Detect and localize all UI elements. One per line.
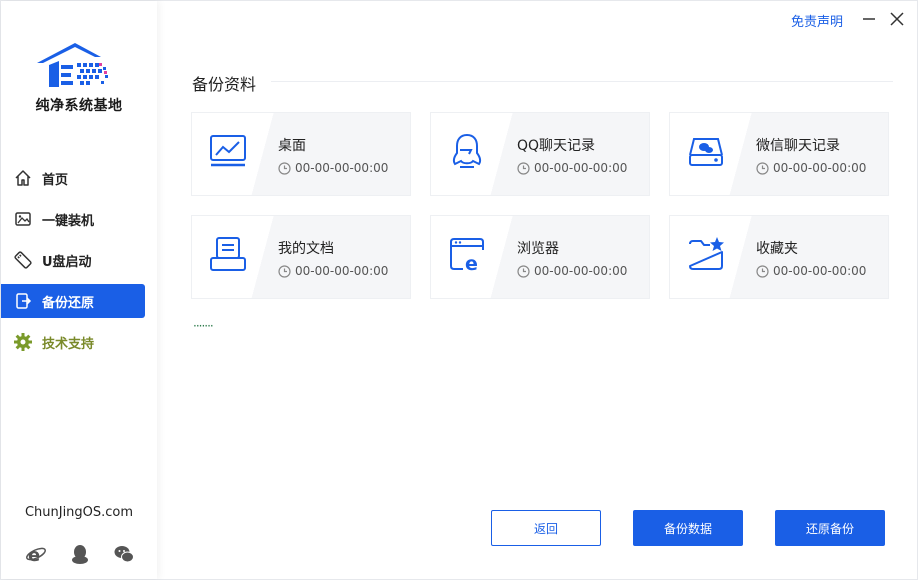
sidebar-item-home[interactable]: 首页 [1,161,145,195]
minimize-button[interactable] [859,9,879,29]
sidebar-nav: 首页 一键装机 U盘启动 备份还原 技术支持 [1,161,157,366]
card-title: 浏览器 [517,241,559,257]
favorites-folder-icon [689,237,724,270]
disclaimer-link[interactable]: 免责声明 [791,11,843,30]
card-timestamp: 00-00-00-00:00 [756,161,866,175]
logo-text: 纯净系统基地 [35,98,123,114]
image-install-icon [13,209,33,229]
logo: 纯净系统基地 [1,39,157,119]
svg-text:e: e [28,545,40,565]
backup-card-wechat[interactable]: 微信聊天记录 00-00-00-00:00 [669,112,889,196]
clock-icon [278,161,291,175]
usb-icon [13,250,33,270]
card-time-value: 00-00-00-00:00 [295,161,389,175]
gear-icon [13,332,33,352]
sidebar-item-label: U盘启动 [42,254,92,270]
card-title: QQ聊天记录 [517,138,596,154]
clock-icon [517,264,530,278]
backup-card-desktop[interactable]: 桌面 00-00-00-00:00 [191,112,411,196]
card-time-value: 00-00-00-00:00 [534,264,628,278]
restore-backup-button[interactable]: 还原备份 [775,510,885,546]
backup-restore-icon [13,291,33,311]
sidebar: 纯净系统基地 首页 一键装机 U盘启动 备份还原 技术支持 ChunJingOS… [1,1,157,579]
card-title: 桌面 [278,138,306,154]
desktop-chart-icon [210,135,246,167]
clock-icon [756,161,769,175]
backup-card-qq[interactable]: QQ聊天记录 00-00-00-00:00 [430,112,650,196]
backup-card-browser[interactable]: e 浏览器 00-00-00-00:00 [430,215,650,299]
backup-card-favorites[interactable]: 收藏夹 00-00-00-00:00 [669,215,889,299]
sidebar-item-install[interactable]: 一键装机 [1,202,145,236]
svg-text:e: e [465,253,478,274]
back-button[interactable]: 返回 [491,510,601,546]
card-timestamp: 00-00-00-00:00 [517,161,627,175]
card-title: 微信聊天记录 [756,138,840,154]
app-window: 纯净系统基地 首页 一键装机 U盘启动 备份还原 技术支持 ChunJingOS… [0,0,918,580]
sidebar-item-label: 备份还原 [42,295,95,311]
logo-house-icon [37,43,108,87]
sidebar-item-label: 技术支持 [42,336,95,352]
card-timestamp: 00-00-00-00:00 [278,161,388,175]
browser-e-icon: e [450,238,484,274]
site-url: ChunJingOS.com [24,505,134,520]
sidebar-item-support[interactable]: 技术支持 [1,325,145,359]
section-divider [271,81,893,82]
social-links: e [25,543,135,565]
clock-icon [517,161,530,175]
backup-data-button[interactable]: 备份数据 [633,510,743,546]
card-time-value: 00-00-00-00:00 [773,264,867,278]
sidebar-item-label: 首页 [42,172,69,188]
backup-card-documents[interactable]: 我的文档 00-00-00-00:00 [191,215,411,299]
ie-browser-icon[interactable]: e [25,543,47,565]
sidebar-item-backup-restore[interactable]: 备份还原 [1,284,145,318]
clock-icon [278,264,291,278]
home-icon [13,168,33,188]
hard-drive-icon [689,138,723,166]
card-timestamp: 00-00-00-00:00 [756,264,866,278]
document-printer-icon [210,237,246,271]
card-title: 收藏夹 [756,241,798,257]
qq-penguin-icon [452,133,482,168]
card-time-value: 00-00-00-00:00 [295,264,389,278]
card-timestamp: 00-00-00-00:00 [517,264,627,278]
minimize-icon [863,18,875,20]
qq-icon[interactable] [69,543,91,565]
backup-card-grid: 桌面 00-00-00-00:00 QQ聊天记录 00-00-00-00:00 [191,112,889,299]
card-time-value: 00-00-00-00:00 [773,161,867,175]
sidebar-item-usb-boot[interactable]: U盘启动 [1,243,145,277]
close-button[interactable] [887,9,907,29]
wechat-icon[interactable] [113,543,135,565]
close-icon [890,12,904,26]
card-title: 我的文档 [278,241,334,257]
section-title: 备份资料 [192,75,257,94]
sidebar-item-label: 一键装机 [42,213,95,229]
loading-indicator: ······· [193,319,214,333]
card-time-value: 00-00-00-00:00 [534,161,628,175]
card-timestamp: 00-00-00-00:00 [278,264,388,278]
clock-icon [756,264,769,278]
